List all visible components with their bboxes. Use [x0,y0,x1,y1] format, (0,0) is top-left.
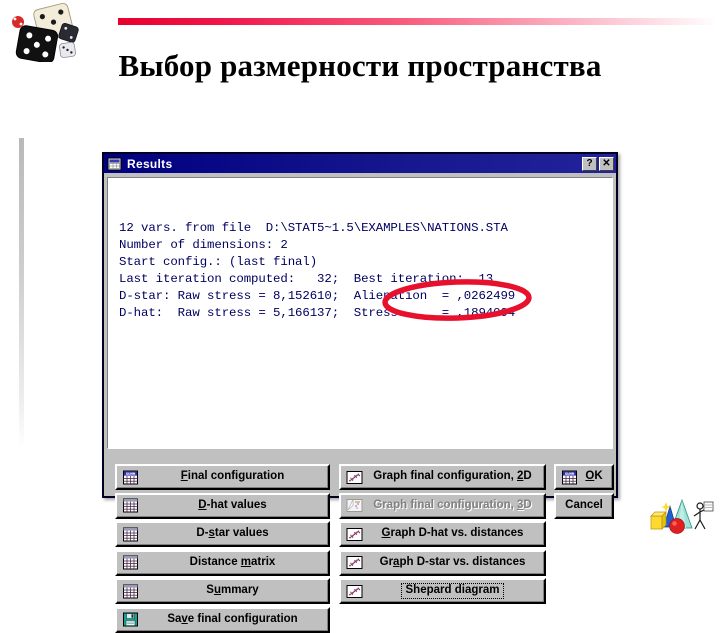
scatterplot-3d-icon [346,499,363,512]
spreadsheet-icon [123,498,138,513]
scatterplot-icon [346,584,363,598]
button-label: Graph final configuration, 2D [373,470,532,483]
help-button[interactable]: ? [582,156,597,171]
button-label: D-star values [196,527,269,540]
cancel-button[interactable]: Cancel [554,492,614,519]
button-label: Graph D-hat vs. distances [381,527,524,540]
dialog-title: Results [127,156,173,171]
button-label: Summary [206,584,259,597]
button-label: Shepard diagram [367,583,544,599]
dialog-titlebar[interactable]: Results ? ✕ [104,154,616,173]
spreadsheet-summary-icon: SUMM [562,470,577,484]
graph-final-configuration-2d-button[interactable]: Graph final configuration, 2D [339,464,546,490]
button-label: Graph final configuration, 3D [373,498,532,511]
left-vertical-rule [19,138,24,448]
page-title: Выбор размерности пространства [118,48,602,83]
spreadsheet-summary-icon: SUMM [123,470,138,484]
d-star-values-button[interactable]: D-star values [115,521,330,547]
graph-d-star-vs-distances-button[interactable]: Graph D-star vs. distances [339,549,546,576]
shepard-diagram-button[interactable]: Shepard diagram [339,578,546,604]
button-label: OK [585,470,603,483]
d-hat-values-button[interactable]: D-hat values [115,492,330,519]
button-label: Save final configuration [167,612,298,625]
scatterplot-icon [346,470,363,484]
spreadsheet-icon [123,527,138,541]
scatterplot-icon [346,527,363,541]
results-dialog: Results ? ✕ 12 vars. from file D:\STAT5~… [102,152,618,633]
geometric-shapes-clipart [650,498,714,534]
button-label: Cancel [565,498,603,511]
spreadsheet-icon [123,555,138,570]
graph-final-configuration-3d-button: Graph final configuration, 3D [339,492,546,519]
distance-matrix-button[interactable]: Distance matrix [115,549,330,576]
button-label: Distance matrix [189,555,276,568]
results-output-pane: 12 vars. from file D:\STAT5~1.5\EXAMPLES… [107,177,613,449]
results-output-text: 12 vars. from file D:\STAT5~1.5\EXAMPLES… [119,221,516,320]
button-label: D-hat values [198,498,267,511]
slide-canvas: Выбор размерности пространства Results ?… [0,0,720,633]
spreadsheet-icon [123,584,138,598]
floppy-disk-icon [123,612,138,627]
save-final-configuration-button[interactable]: Save final configuration [115,606,330,633]
ok-button[interactable]: SUMM OK [554,464,614,490]
button-label: Final configuration [180,470,285,483]
button-label: Graph D-star vs. distances [379,555,526,568]
scatterplot-icon [346,556,363,569]
results-spreadsheet-icon [107,157,122,170]
close-button[interactable]: ✕ [599,156,614,171]
graph-d-hat-vs-distances-button[interactable]: Graph D-hat vs. distances [339,521,546,547]
final-configuration-button[interactable]: SUMM Final configuration [115,464,330,490]
summary-button[interactable]: Summary [115,578,330,604]
dialog-button-area: SUMM Final configuration D-hat values D-… [107,455,614,633]
top-gradient-rule [118,18,718,25]
